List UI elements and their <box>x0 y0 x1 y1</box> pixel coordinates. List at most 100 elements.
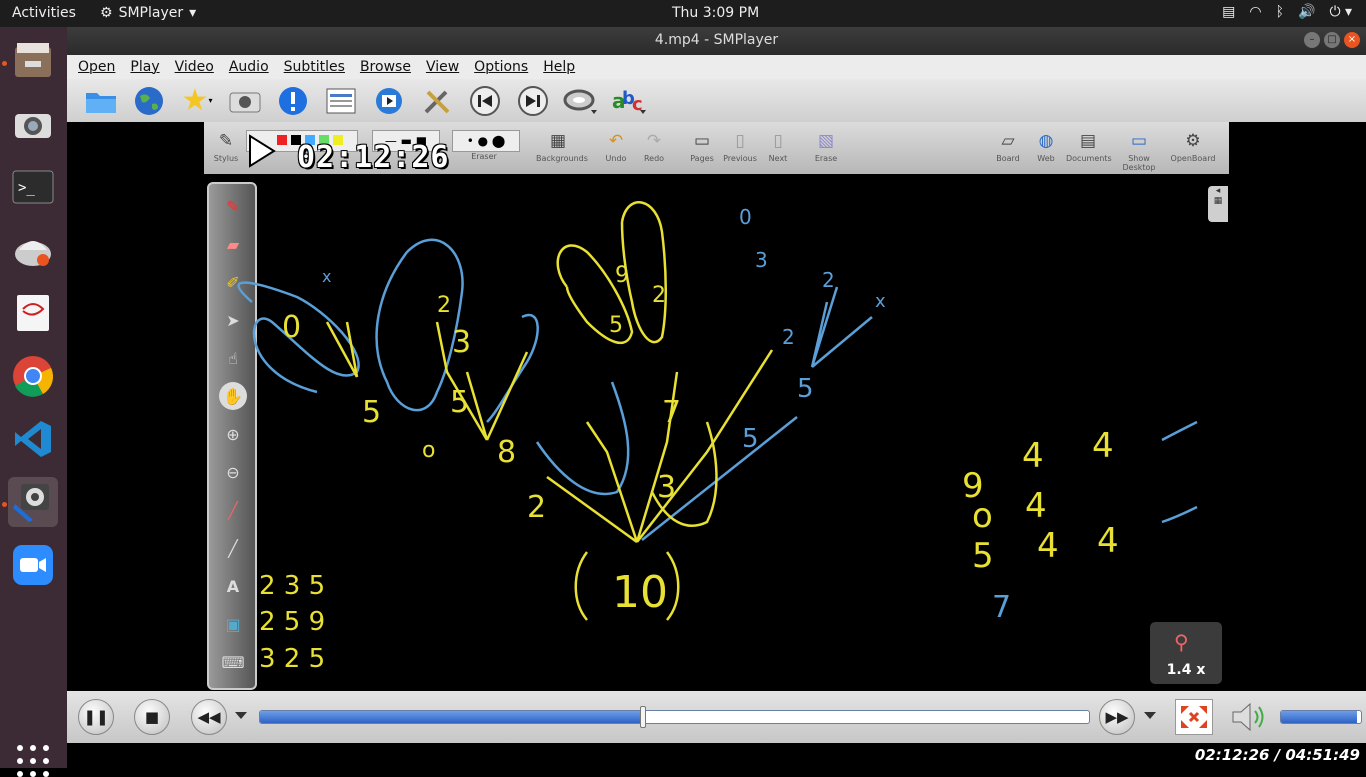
chalk-5: 5 <box>742 424 759 454</box>
zoom-label: 1.4 x <box>1166 662 1206 678</box>
clock[interactable]: Thu 3:09 PM <box>672 5 759 21</box>
chalk-8: 8 <box>497 435 516 470</box>
video-area[interactable]: ✎ Stylus — ▬ ■ • ● ⬤ Eraser ▦ Backgrounds … <box>67 122 1366 691</box>
media-info-icon[interactable] <box>371 84 407 118</box>
chalk-4: 4 <box>1092 426 1114 466</box>
chevron-down-icon: ▾ <box>189 5 197 21</box>
chalk-x: x <box>322 267 331 286</box>
app-menu-label: SMPlayer <box>118 5 184 21</box>
speaker-icon <box>1232 702 1264 732</box>
menu-bar: Open Play Video Audio Subtitles Browse V… <box>67 55 1366 79</box>
time-display: 02:12:26 / 04:51:49 <box>1194 746 1360 764</box>
maximize-icon[interactable]: □ <box>1324 32 1340 48</box>
chalk-5: 5 <box>362 395 381 430</box>
magnifier-icon: ⚲ <box>1174 630 1189 654</box>
files-icon[interactable] <box>8 36 58 86</box>
zoom-indicator: ⚲ 1.4 x <box>1150 622 1222 684</box>
playlist-icon[interactable] <box>323 84 359 118</box>
chalk-row-259: 2 5 9 <box>259 607 325 637</box>
vscode-icon[interactable] <box>8 414 58 464</box>
volume-slider[interactable] <box>1280 710 1362 724</box>
chalk-5: 5 <box>972 536 994 576</box>
window-title: 4.mp4 - SMPlayer <box>654 32 779 48</box>
status-bar: 02:12:26 / 04:51:49 <box>67 743 1366 768</box>
menu-subtitles[interactable]: Subtitles <box>284 59 345 75</box>
fullscreen-button[interactable] <box>1175 699 1213 735</box>
audio-track-icon[interactable] <box>563 84 599 118</box>
chalk-row-325: 3 2 5 <box>259 644 325 674</box>
mute-button[interactable] <box>1230 701 1268 733</box>
system-top-bar: Activities ⚙ SMPlayer ▾ Thu 3:09 PM ▤ ◠ … <box>0 0 1366 27</box>
smplayer-app-icon: ⚙ <box>100 5 113 21</box>
chalk-4: 4 <box>1022 436 1044 476</box>
forward-icon: ▶▶ <box>1105 708 1129 726</box>
activities-button[interactable]: Activities <box>12 5 76 21</box>
keyboard-layout-icon[interactable]: ▤ <box>1222 4 1235 20</box>
running-indicator <box>2 61 7 66</box>
menu-open[interactable]: Open <box>78 59 115 75</box>
subtitles-abc-icon[interactable]: abc <box>611 84 647 118</box>
forward-button[interactable]: ▶▶ <box>1099 699 1135 735</box>
window-titlebar: 4.mp4 - SMPlayer – □ × <box>67 27 1366 55</box>
wifi-icon[interactable]: ◠ <box>1249 4 1261 20</box>
system-tray[interactable]: ▤ ◠ ᛒ 🔊 ⏻ ▾ <box>1222 4 1352 20</box>
fullscreen-icon <box>1179 704 1209 730</box>
chalk-5: 5 <box>609 313 623 338</box>
volume-level <box>1281 711 1357 723</box>
svg-text:c: c <box>632 94 643 115</box>
minimize-icon[interactable]: – <box>1304 32 1320 48</box>
preferences-tools-icon[interactable] <box>419 84 455 118</box>
chalk-3: 3 <box>452 325 471 360</box>
globe-icon[interactable] <box>131 84 167 118</box>
chalk-10: 10 <box>612 567 668 618</box>
forward-menu-chevron-icon[interactable] <box>1144 712 1156 719</box>
stop-icon: ■ <box>144 708 160 726</box>
chalk-7: 7 <box>992 590 1011 625</box>
chalk-row-235: 2 3 5 <box>259 571 325 601</box>
menu-browse[interactable]: Browse <box>360 59 411 75</box>
running-indicator <box>2 502 7 507</box>
stop-button[interactable]: ■ <box>134 699 170 735</box>
menu-view[interactable]: View <box>426 59 459 75</box>
zoom-app-icon[interactable] <box>8 540 58 590</box>
svg-text:>_: >_ <box>18 180 35 196</box>
bluetooth-icon[interactable]: ᛒ <box>1276 4 1284 20</box>
volume-icon[interactable]: 🔊 <box>1298 4 1315 20</box>
chalk-0: o <box>972 496 993 536</box>
close-icon[interactable]: × <box>1344 32 1360 48</box>
menu-play[interactable]: Play <box>130 59 159 75</box>
control-bar: ❚❚ ■ ◀◀ ▶▶ <box>67 691 1366 743</box>
chalk-x: x <box>875 291 886 312</box>
chalk-5: 5 <box>450 385 469 420</box>
folder-icon[interactable] <box>83 84 119 118</box>
chalk-4: 4 <box>1097 521 1119 561</box>
document-viewer-icon[interactable] <box>8 288 58 338</box>
chalk-9: 9 <box>615 263 629 288</box>
info-icon[interactable] <box>275 84 311 118</box>
whiteboard-drawing: 0 5 3 5 8 7 3 2 o 9 2 5 2 10 5 5 2 2 0 3… <box>237 201 1198 674</box>
power-menu-icon[interactable]: ⏻ ▾ <box>1329 4 1352 20</box>
screenshot-camera-icon[interactable] <box>227 84 263 118</box>
chalk-2: 2 <box>652 283 666 308</box>
seek-bar[interactable] <box>259 710 1090 724</box>
menu-audio[interactable]: Audio <box>229 59 269 75</box>
main-toolbar: ★ ▾ abc <box>67 79 1366 122</box>
previous-icon[interactable] <box>467 84 503 118</box>
smplayer-dock-icon[interactable] <box>8 477 58 527</box>
menu-help[interactable]: Help <box>543 59 575 75</box>
rewind-menu-chevron-icon[interactable] <box>235 712 247 719</box>
chalk-2: 2 <box>527 490 546 525</box>
pause-button[interactable]: ❚❚ <box>78 699 114 735</box>
favorites-star-icon[interactable]: ★ ▾ <box>179 83 215 118</box>
terminal-icon[interactable]: >_ <box>8 162 58 212</box>
software-updater-icon[interactable] <box>8 225 58 275</box>
camera-icon[interactable] <box>8 99 58 149</box>
chrome-icon[interactable] <box>8 351 58 401</box>
next-icon[interactable] <box>515 84 551 118</box>
app-menu[interactable]: ⚙ SMPlayer ▾ <box>100 5 196 21</box>
rewind-button[interactable]: ◀◀ <box>191 699 227 735</box>
menu-video[interactable]: Video <box>175 59 214 75</box>
menu-options[interactable]: Options <box>474 59 528 75</box>
seek-handle[interactable] <box>640 706 647 728</box>
show-applications-icon[interactable] <box>17 745 49 777</box>
